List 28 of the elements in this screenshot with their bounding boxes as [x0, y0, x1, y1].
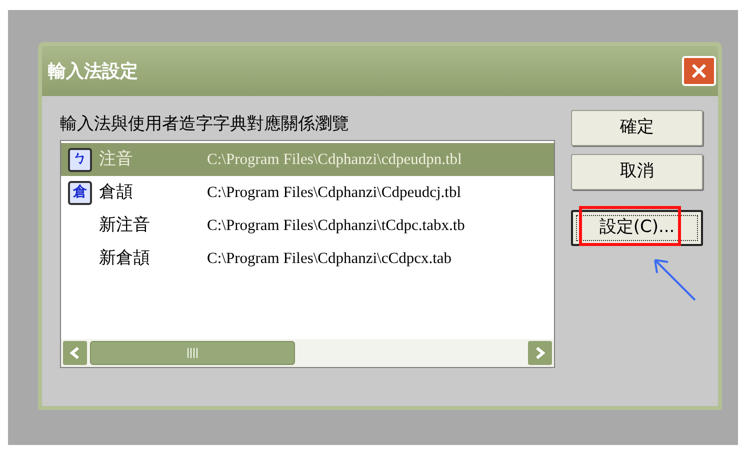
file-path: C:\Program Files\Cdphanzi\cCdpcx.tab [207, 248, 452, 269]
close-button[interactable] [682, 56, 716, 86]
window-title: 輸入法設定 [48, 60, 138, 84]
chevron-left-icon [69, 346, 81, 360]
list-label: 輸入法與使用者造字字典對應關係瀏覽 [60, 113, 350, 136]
close-icon [690, 62, 708, 80]
input-method-icon: ㄅ [68, 148, 92, 172]
scrollbar-thumb[interactable] [90, 341, 295, 365]
file-path: C:\Program Files\Cdphanzi\cdpeudpn.tbl [207, 150, 462, 170]
list-row[interactable]: ㄅ 注音 C:\Program Files\Cdphanzi\cdpeudpn.tbl [61, 143, 554, 176]
file-path: C:\Program Files\Cdphanzi\tCdpc.tabx.tb [207, 216, 465, 236]
file-path: C:\Program Files\Cdphanzi\Cdpeudcj.tbl [207, 182, 462, 203]
pointer-arrow [651, 256, 697, 302]
input-method-icon: 倉 [68, 180, 92, 204]
method-name: 新倉頡 [99, 246, 151, 270]
scroll-right-button[interactable] [528, 341, 552, 365]
list-row[interactable]: 新注音 C:\Program Files\Cdphanzi\tCdpc.tabx.tb [61, 209, 554, 242]
grip-icon [186, 348, 198, 358]
dialog-button[interactable]: 確定 [571, 110, 703, 146]
list-row[interactable]: 新倉頡 C:\Program Files\Cdphanzi\cCdpcx.tab [61, 242, 554, 275]
horizontal-scrollbar[interactable] [61, 339, 554, 367]
method-name: 倉頡 [99, 180, 134, 204]
method-name: 注音 [99, 148, 134, 171]
method-name: 新注音 [99, 214, 151, 237]
dialog-button[interactable]: 取消 [571, 154, 703, 190]
scroll-left-button[interactable] [63, 341, 87, 365]
list-row[interactable]: 倉 倉頡 C:\Program Files\Cdphanzi\Cdpeudcj.tbl [61, 176, 554, 209]
chevron-right-icon [534, 346, 546, 360]
